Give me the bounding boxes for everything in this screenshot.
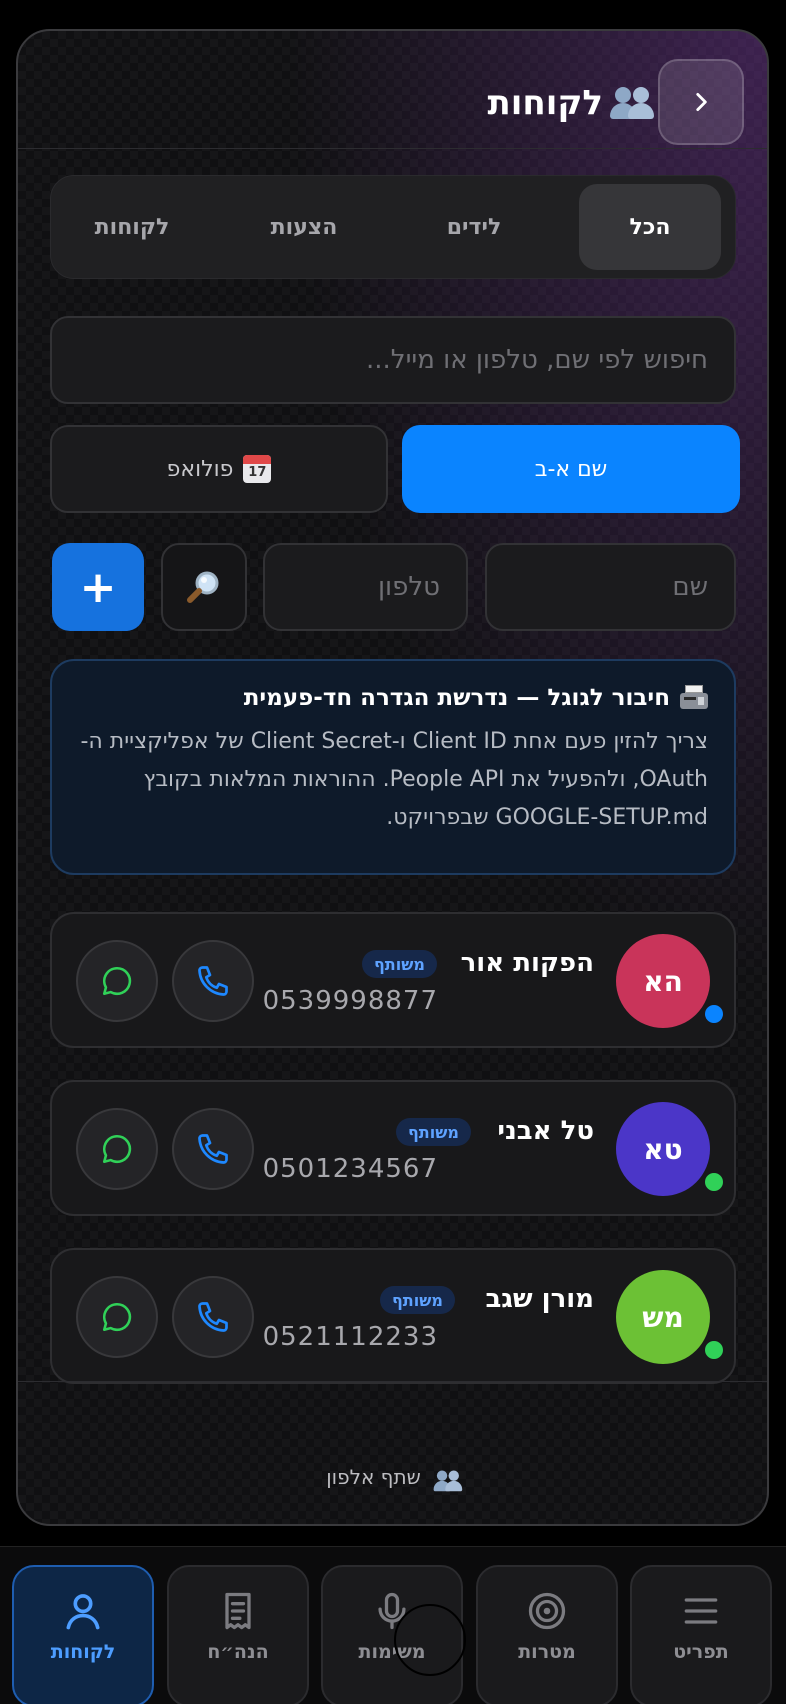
contact-phone: 0501234567 xyxy=(262,1154,438,1184)
menu-icon xyxy=(684,1598,718,1624)
phone-icon xyxy=(198,966,228,996)
add-contact-button[interactable]: + xyxy=(52,543,144,631)
avatar: טא xyxy=(616,1102,710,1196)
whatsapp-icon xyxy=(102,1134,132,1164)
back-button[interactable] xyxy=(658,59,744,145)
tab-offers[interactable]: הצעות xyxy=(233,184,375,270)
status-dot xyxy=(702,1002,726,1026)
search-input[interactable]: חיפוש לפי שם, טלפון או מייל... xyxy=(50,316,736,404)
avatar-initials: מש xyxy=(642,1300,684,1334)
header: לקוחות xyxy=(18,31,767,149)
contact-phone: 0521112233 xyxy=(262,1322,438,1352)
nav-label: לקוחות xyxy=(50,1641,116,1663)
contact-name: הפקות אור xyxy=(460,948,594,978)
contact-phone: 0539998877 xyxy=(262,986,438,1016)
contact-card[interactable]: מש מורן שגב משותף 0521112233 xyxy=(50,1248,736,1384)
call-button[interactable] xyxy=(172,1108,254,1190)
target-icon xyxy=(528,1592,566,1630)
people-icon xyxy=(433,1469,462,1492)
notice-title-text: חיבור לגוגל — נדרשת הגדרה חד-פעמית xyxy=(243,685,670,711)
magnifier-icon xyxy=(187,571,219,603)
sort-alpha-button[interactable]: שם א-ב xyxy=(402,425,740,513)
nav-clients[interactable]: לקוחות xyxy=(12,1565,154,1704)
tab-clients[interactable]: לקוחות xyxy=(61,184,203,270)
avatar: מש xyxy=(616,1270,710,1364)
notice-title: חיבור לגוגל — נדרשת הגדרה חד-פעמית xyxy=(78,685,708,711)
call-button[interactable] xyxy=(172,940,254,1022)
contact-name: טל אבני xyxy=(497,1116,594,1146)
whatsapp-button[interactable] xyxy=(76,940,158,1022)
share-contacts-link[interactable]: שתף אלפון xyxy=(18,1465,767,1494)
nav-label: תפריט xyxy=(673,1641,729,1663)
whatsapp-button[interactable] xyxy=(76,1108,158,1190)
shared-badge: משותף xyxy=(396,1118,471,1146)
contact-card[interactable]: הא הפקות אור משותף 0539998877 xyxy=(50,912,736,1048)
footer-divider xyxy=(18,1381,767,1382)
tab-all[interactable]: הכל xyxy=(579,184,721,270)
shared-badge: משותף xyxy=(362,950,437,978)
share-contacts-label: שתף אלפון xyxy=(326,1465,421,1489)
sort-followup-label: פולואפ xyxy=(166,456,234,482)
people-icon xyxy=(610,85,655,121)
page-title: לקוחות xyxy=(487,73,655,133)
avatar-initials: הא xyxy=(643,964,683,998)
calendar-icon: 17 xyxy=(243,455,272,483)
receipt-icon xyxy=(225,1592,251,1630)
avatar: הא xyxy=(616,934,710,1028)
name-placeholder: שם xyxy=(672,572,708,602)
whatsapp-icon xyxy=(102,1302,132,1332)
search-placeholder: חיפוש לפי שם, טלפון או מייל... xyxy=(366,345,708,375)
whatsapp-button[interactable] xyxy=(76,1276,158,1358)
call-button[interactable] xyxy=(172,1276,254,1358)
add-label: + xyxy=(79,561,117,613)
phone-field[interactable]: טלפון xyxy=(263,543,468,631)
bottom-nav: לקוחות הנה״ח משימות מטרות תפריט xyxy=(0,1546,786,1704)
phone-placeholder: טלפון xyxy=(377,572,440,602)
contact-card[interactable]: טא טל אבני משותף 0501234567 xyxy=(50,1080,736,1216)
lookup-button[interactable] xyxy=(161,543,247,631)
person-icon xyxy=(66,1594,100,1630)
name-field[interactable]: שם xyxy=(485,543,736,631)
status-dot xyxy=(702,1170,726,1194)
touch-indicator xyxy=(394,1604,466,1676)
phone-icon xyxy=(198,1302,228,1332)
whatsapp-icon xyxy=(102,966,132,996)
contact-name: מורן שגב xyxy=(485,1284,594,1314)
status-dot xyxy=(702,1338,726,1362)
notice-body: צריך להזין פעם אחת Client ID ו-Client Se… xyxy=(80,729,708,830)
google-setup-notice: חיבור לגוגל — נדרשת הגדרה חד-פעמית צריך … xyxy=(50,659,736,875)
fax-icon xyxy=(680,685,708,711)
nav-label: מטרות xyxy=(518,1641,576,1663)
tab-leads[interactable]: לידים xyxy=(403,184,545,270)
phone-icon xyxy=(198,1134,228,1164)
shared-badge: משותף xyxy=(380,1286,455,1314)
filter-tabs: הכל לידים הצעות לקוחות xyxy=(50,175,736,279)
sort-followup-button[interactable]: פולואפ 17 xyxy=(50,425,388,513)
calendar-day: 17 xyxy=(248,465,267,480)
avatar-initials: טא xyxy=(643,1132,683,1166)
chevron-right-icon xyxy=(696,93,707,111)
page-title-text: לקוחות xyxy=(487,83,603,123)
sort-alpha-label: שם א-ב xyxy=(534,456,608,482)
nav-menu[interactable]: תפריט xyxy=(630,1565,772,1704)
nav-goals[interactable]: מטרות xyxy=(476,1565,618,1704)
nav-accounting[interactable]: הנה״ח xyxy=(167,1565,309,1704)
clients-screen: לקוחות הכל לידים הצעות לקוחות חיפוש לפי … xyxy=(16,29,769,1526)
nav-label: הנה״ח xyxy=(207,1641,269,1663)
